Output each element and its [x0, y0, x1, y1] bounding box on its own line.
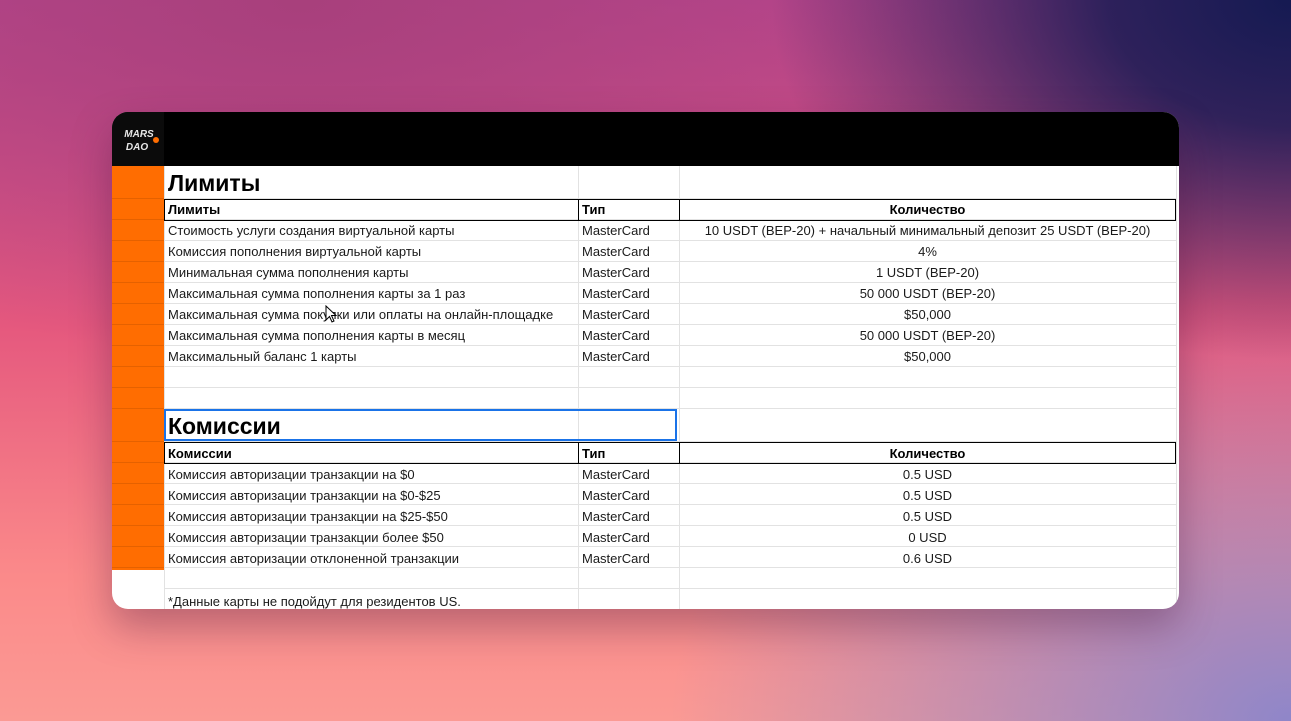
- row-header-divider: [112, 408, 164, 409]
- col-divider: [1176, 166, 1177, 609]
- top-bar: [112, 112, 1179, 166]
- row-header-divider: [112, 567, 164, 568]
- row-header-divider: [112, 282, 164, 283]
- limits-header-type[interactable]: Тип: [582, 199, 605, 220]
- limits-row-name[interactable]: Комиссия пополнения виртуальной карты: [168, 241, 421, 262]
- row-header-divider: [112, 198, 164, 199]
- fees-row-amount[interactable]: 0.5 USD: [679, 485, 1176, 506]
- row-header-divider: [112, 303, 164, 304]
- limits-row-amount[interactable]: 50 000 USDT (BEP-20): [679, 283, 1176, 304]
- spreadsheet-card: MARS DAO Лимиты Лимиты Тип Количество Ст…: [112, 112, 1179, 609]
- limits-row-type[interactable]: MasterCard: [582, 241, 650, 262]
- col-divider: [164, 166, 165, 609]
- row-header-divider: [112, 387, 164, 388]
- fees-row-type[interactable]: MasterCard: [582, 485, 650, 506]
- fees-row-name[interactable]: Комиссия авторизации транзакции более $5…: [168, 527, 444, 548]
- grid-row-line: [164, 568, 1176, 589]
- row-header-divider: [112, 240, 164, 241]
- row-header-divider: [112, 483, 164, 484]
- grid-row-line: [164, 166, 1176, 199]
- limits-row-type[interactable]: MasterCard: [582, 325, 650, 346]
- row-header-divider: [112, 441, 164, 442]
- row-header-divider: [112, 261, 164, 262]
- mars-dao-logo: MARS DAO: [112, 112, 164, 166]
- limits-row-name[interactable]: Максимальная сумма покупки или оплаты на…: [168, 304, 553, 325]
- fees-row-name[interactable]: Комиссия авторизации транзакции на $0-$2…: [168, 485, 441, 506]
- fees-row-type[interactable]: MasterCard: [582, 548, 650, 569]
- row-header-column: [112, 166, 164, 570]
- row-header-divider: [112, 219, 164, 220]
- fees-row-amount[interactable]: 0.6 USD: [679, 548, 1176, 569]
- table-border: [164, 442, 165, 464]
- fees-row-type[interactable]: MasterCard: [582, 527, 650, 548]
- limits-row-type[interactable]: MasterCard: [582, 304, 650, 325]
- fees-header-type[interactable]: Тип: [582, 443, 605, 464]
- mouse-cursor-icon: [325, 305, 338, 323]
- fees-row-name[interactable]: Комиссия авторизации транзакции на $0: [168, 464, 415, 485]
- logo-text-bottom: DAO: [126, 142, 148, 153]
- limits-row-name[interactable]: Максимальная сумма пополнения карты за 1…: [168, 283, 465, 304]
- row-header-divider: [112, 525, 164, 526]
- limits-row-type[interactable]: MasterCard: [582, 346, 650, 367]
- limits-title: Лимиты: [168, 170, 261, 196]
- row-header-divider: [112, 324, 164, 325]
- fees-row-type[interactable]: MasterCard: [582, 464, 650, 485]
- limits-row-amount[interactable]: 1 USDT (BEP-20): [679, 262, 1176, 283]
- limits-row-amount[interactable]: $50,000: [679, 346, 1176, 367]
- table-border: [164, 199, 165, 221]
- fees-row-name[interactable]: Комиссия авторизации транзакции на $25-$…: [168, 506, 448, 527]
- col-divider: [578, 166, 579, 609]
- selected-cell-outline[interactable]: [164, 409, 677, 441]
- limits-row-name[interactable]: Максимальная сумма пополнения карты в ме…: [168, 325, 465, 346]
- row-header-divider: [112, 504, 164, 505]
- grid-row-line: [164, 388, 1176, 409]
- table-border: [578, 199, 579, 221]
- limits-row-type[interactable]: MasterCard: [582, 220, 650, 241]
- fees-header-name[interactable]: Комиссии: [168, 443, 232, 464]
- limits-header-name[interactable]: Лимиты: [168, 199, 220, 220]
- row-header-divider: [112, 546, 164, 547]
- fees-row-amount[interactable]: 0.5 USD: [679, 464, 1176, 485]
- limits-row-amount[interactable]: $50,000: [679, 304, 1176, 325]
- limits-row-amount[interactable]: 10 USDT (BEP-20) + начальный минимальный…: [679, 220, 1176, 241]
- fees-row-type[interactable]: MasterCard: [582, 506, 650, 527]
- footnote[interactable]: *Данные карты не подойдут для резидентов…: [168, 591, 461, 609]
- limits-header-amount[interactable]: Количество: [679, 199, 1176, 220]
- row-header-divider: [112, 462, 164, 463]
- logo-text-top: MARS: [124, 129, 154, 140]
- limits-row-amount[interactable]: 4%: [679, 241, 1176, 262]
- limits-row-type[interactable]: MasterCard: [582, 283, 650, 304]
- fees-row-name[interactable]: Комиссия авторизации отклоненной транзак…: [168, 548, 459, 569]
- fees-row-amount[interactable]: 0 USD: [679, 527, 1176, 548]
- limits-row-name[interactable]: Максимальный баланс 1 карты: [168, 346, 357, 367]
- table-border: [578, 442, 579, 464]
- fees-row-amount[interactable]: 0.5 USD: [679, 506, 1176, 527]
- limits-row-type[interactable]: MasterCard: [582, 262, 650, 283]
- row-header-divider: [112, 345, 164, 346]
- limits-row-name[interactable]: Стоимость услуги создания виртуальной ка…: [168, 220, 454, 241]
- limits-row-name[interactable]: Минимальная сумма пополнения карты: [168, 262, 408, 283]
- row-header-divider: [112, 366, 164, 367]
- limits-row-amount[interactable]: 50 000 USDT (BEP-20): [679, 325, 1176, 346]
- grid-row-line: [164, 367, 1176, 388]
- fees-header-amount[interactable]: Количество: [679, 443, 1176, 464]
